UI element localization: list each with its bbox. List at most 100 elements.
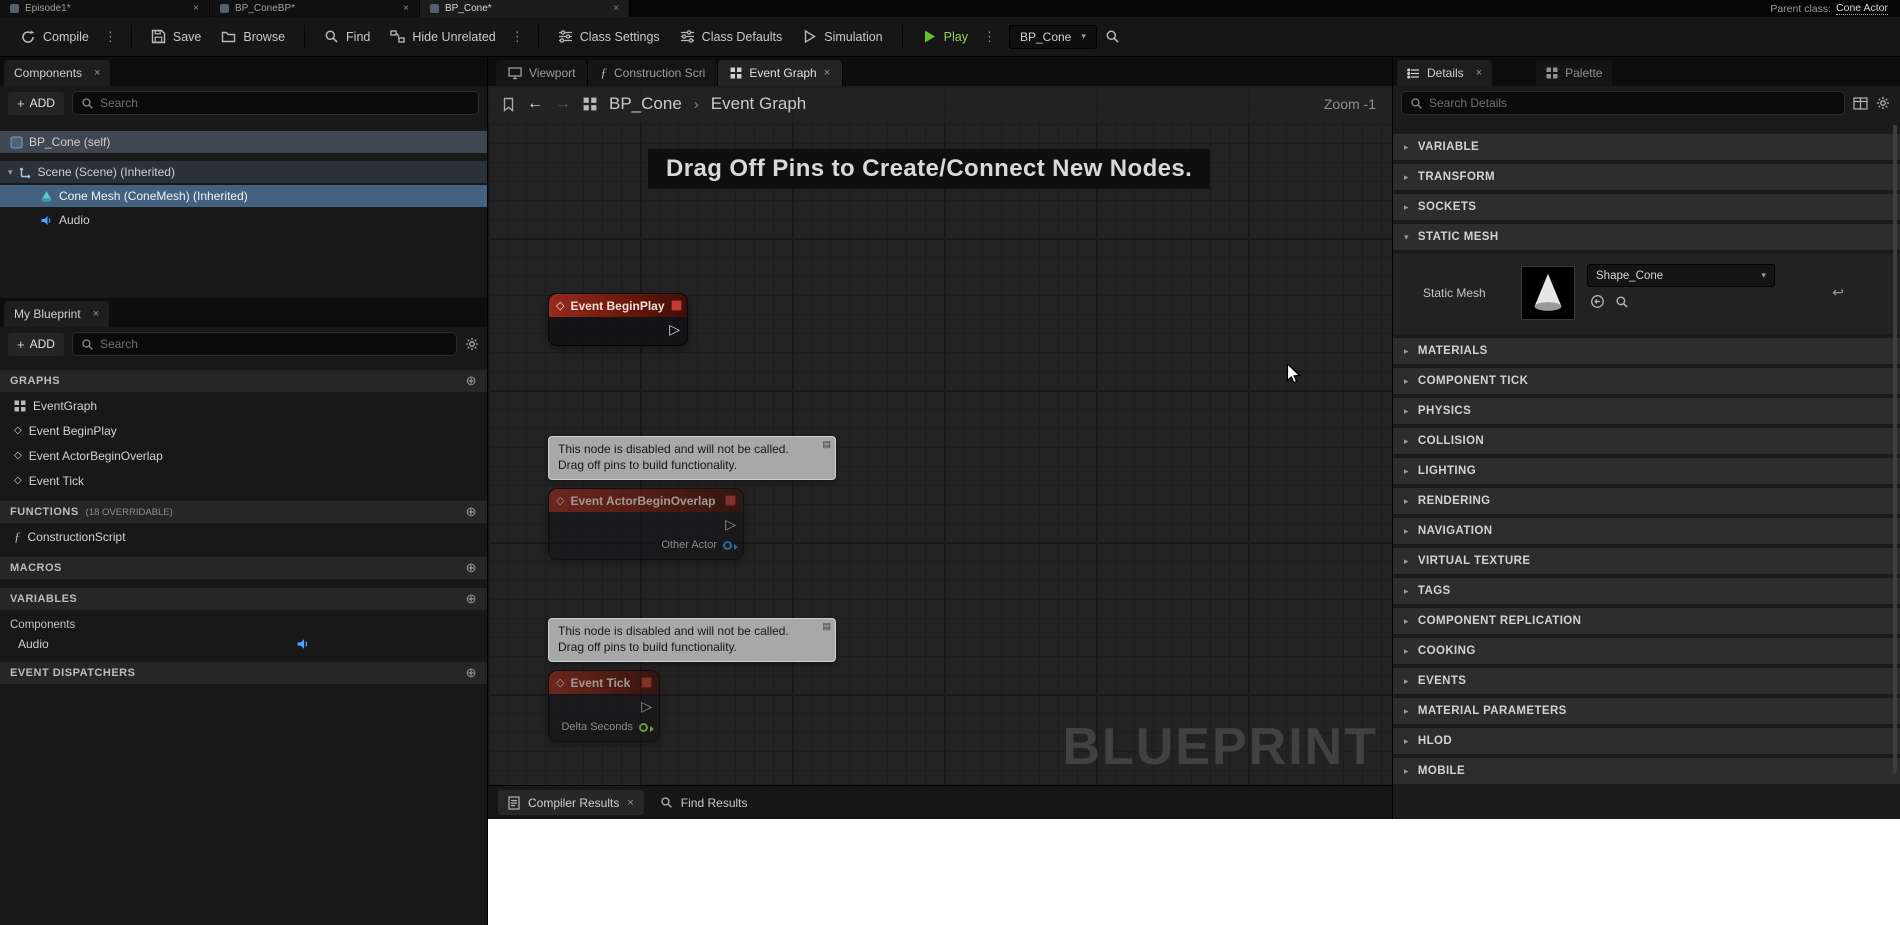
hide-unrelated-button[interactable]: Hide Unrelated [380, 23, 505, 50]
add-macro-button[interactable]: ⊕ [466, 560, 477, 576]
details-section-rendering[interactable]: ▸ RENDERING [1393, 488, 1900, 514]
details-section-physics[interactable]: ▸ PHYSICS [1393, 398, 1900, 424]
hide-unrelated-options-kebab-icon[interactable]: ⋮ [506, 29, 529, 45]
details-search[interactable] [1401, 91, 1845, 115]
exec-output-pin[interactable]: ▷ [669, 321, 680, 337]
details-section-sockets[interactable]: ▸ SOCKETS [1393, 194, 1900, 220]
simulation-button[interactable]: Simulation [792, 23, 892, 50]
forward-arrow-button[interactable]: → [555, 95, 571, 113]
doc-tab-bp-cone[interactable]: BP_Cone* × [420, 0, 630, 17]
pin-delta-seconds[interactable] [639, 722, 654, 732]
my-blueprint-search[interactable] [71, 332, 457, 356]
node-event-beginplay[interactable]: ◇ Event BeginPlay ▷ [548, 293, 688, 346]
node-event-actorbeginoverlap[interactable]: ◇ Event ActorBeginOverlap ▷ Other Actor [548, 488, 744, 560]
section-macros[interactable]: MACROS ⊕ [0, 557, 487, 579]
my-blueprint-search-input[interactable] [99, 337, 448, 351]
toolbar-search-icon[interactable] [1105, 29, 1120, 44]
tab-details[interactable]: Details × [1397, 60, 1493, 86]
close-icon[interactable]: × [93, 308, 99, 320]
section-variables[interactable]: VARIABLES ⊕ [0, 588, 487, 610]
tab-compiler-results[interactable]: Compiler Results × [498, 790, 644, 815]
components-search[interactable] [71, 91, 479, 115]
tab-components[interactable]: Components × [4, 60, 111, 86]
close-icon[interactable]: × [824, 67, 830, 79]
browse-to-asset-icon[interactable] [1615, 295, 1629, 309]
tab-find-results[interactable]: Find Results [660, 796, 748, 810]
debug-object-dropdown[interactable]: BP_Cone ▾ [1008, 24, 1097, 49]
section-event-dispatchers[interactable]: EVENT DISPATCHERS ⊕ [0, 662, 487, 684]
add-component-button[interactable]: + ADD [8, 91, 64, 115]
caret-down-icon[interactable]: ▾ [8, 167, 13, 178]
class-settings-button[interactable]: Class Settings [548, 23, 670, 50]
variable-category-components[interactable]: Components [0, 616, 487, 633]
details-scrollbar[interactable] [1893, 125, 1897, 773]
details-section-cooking[interactable]: ▸ COOKING [1393, 638, 1900, 664]
settings-gear-icon[interactable] [465, 337, 479, 351]
back-arrow-button[interactable]: ← [527, 95, 543, 113]
compile-button[interactable]: Compile [10, 23, 99, 51]
details-settings-gear-icon[interactable] [1876, 96, 1890, 110]
tab-event-graph[interactable]: Event Graph × [718, 60, 844, 86]
add-new-button[interactable]: + ADD [8, 332, 64, 356]
class-defaults-button[interactable]: Class Defaults [670, 23, 793, 50]
details-section-component-replication[interactable]: ▸ COMPONENT REPLICATION [1393, 608, 1900, 634]
pin-other-actor[interactable] [723, 540, 738, 550]
component-row-bp-cone-self[interactable]: BP_Cone (self) [0, 131, 487, 153]
static-mesh-thumbnail[interactable] [1521, 266, 1575, 320]
tab-my-blueprint[interactable]: My Blueprint × [4, 301, 110, 327]
details-section-virtual-texture[interactable]: ▸ VIRTUAL TEXTURE [1393, 548, 1900, 574]
function-item-constructionscript[interactable]: ƒ ConstructionScript [0, 525, 487, 548]
breadcrumb-current[interactable]: Event Graph [711, 94, 806, 114]
details-search-input[interactable] [1429, 96, 1836, 110]
close-icon[interactable]: × [613, 3, 619, 14]
parent-class-link[interactable]: Cone Actor [1836, 2, 1888, 15]
details-section-material-parameters[interactable]: ▸ MATERIAL PARAMETERS [1393, 698, 1900, 724]
tab-viewport[interactable]: Viewport [496, 60, 589, 86]
details-section-tags[interactable]: ▸ TAGS [1393, 578, 1900, 604]
close-icon[interactable]: × [193, 3, 199, 14]
section-graphs[interactable]: GRAPHS ⊕ [0, 370, 487, 392]
browse-button[interactable]: Browse [211, 23, 295, 50]
event-graph-canvas[interactable]: ← → BP_Cone › Event Graph Zoom -1 Drag O… [488, 86, 1392, 785]
tab-palette[interactable]: Palette [1536, 60, 1613, 86]
compile-options-kebab-icon[interactable]: ⋮ [99, 29, 122, 45]
close-icon[interactable]: × [627, 797, 633, 809]
bookmark-icon[interactable] [502, 97, 515, 112]
exec-output-pin[interactable]: ▷ [641, 698, 652, 714]
add-event-dispatcher-button[interactable]: ⊕ [466, 665, 477, 681]
add-function-button[interactable]: ⊕ [466, 504, 477, 520]
close-icon[interactable]: × [403, 3, 409, 14]
find-button[interactable]: Find [314, 23, 380, 50]
tab-construction-script[interactable]: ƒ Construction Scri [588, 60, 719, 86]
exec-output-pin[interactable]: ▷ [725, 516, 736, 532]
details-section-lighting[interactable]: ▸ LIGHTING [1393, 458, 1900, 484]
details-section-transform[interactable]: ▸ TRANSFORM [1393, 164, 1900, 190]
details-section-events[interactable]: ▸ EVENTS [1393, 668, 1900, 694]
add-graph-button[interactable]: ⊕ [466, 373, 477, 389]
display-filter-icon[interactable] [1853, 96, 1868, 110]
details-section-component-tick[interactable]: ▸ COMPONENT TICK [1393, 368, 1900, 394]
add-variable-button[interactable]: ⊕ [466, 591, 477, 607]
graph-item-event-actorbeginoverlap[interactable]: ◇ Event ActorBeginOverlap [0, 444, 487, 467]
breadcrumb-root[interactable]: BP_Cone [609, 94, 682, 114]
component-row-scene[interactable]: ▾ Scene (Scene) (Inherited) [0, 161, 487, 183]
components-search-input[interactable] [99, 96, 470, 110]
variable-item-audio[interactable]: Audio [0, 635, 487, 653]
use-selected-asset-icon[interactable] [1590, 294, 1605, 309]
details-section-collision[interactable]: ▸ COLLISION [1393, 428, 1900, 454]
details-section-materials[interactable]: ▸ MATERIALS [1393, 338, 1900, 364]
doc-tab-bp-conebp[interactable]: BP_ConeBP* × [210, 0, 420, 17]
component-row-audio[interactable]: Audio [0, 209, 487, 231]
close-icon[interactable]: × [1476, 67, 1482, 79]
static-mesh-asset-dropdown[interactable]: Shape_Cone ▾ [1587, 264, 1775, 287]
details-section-variable[interactable]: ▸ VARIABLE [1393, 134, 1900, 160]
node-event-tick[interactable]: ◇ Event Tick ▷ Delta Seconds [548, 670, 660, 742]
component-row-cone-mesh[interactable]: Cone Mesh (ConeMesh) (Inherited) [0, 185, 487, 207]
details-section-static-mesh[interactable]: ▾ STATIC MESH [1393, 224, 1900, 250]
details-section-navigation[interactable]: ▸ NAVIGATION [1393, 518, 1900, 544]
reset-to-default-icon[interactable]: ↩ [1832, 284, 1844, 301]
save-button[interactable]: Save [141, 23, 212, 50]
play-button[interactable]: Play [912, 23, 978, 50]
section-functions[interactable]: FUNCTIONS (18 OVERRIDABLE) ⊕ [0, 501, 487, 523]
graph-item-event-beginplay[interactable]: ◇ Event BeginPlay [0, 419, 487, 442]
